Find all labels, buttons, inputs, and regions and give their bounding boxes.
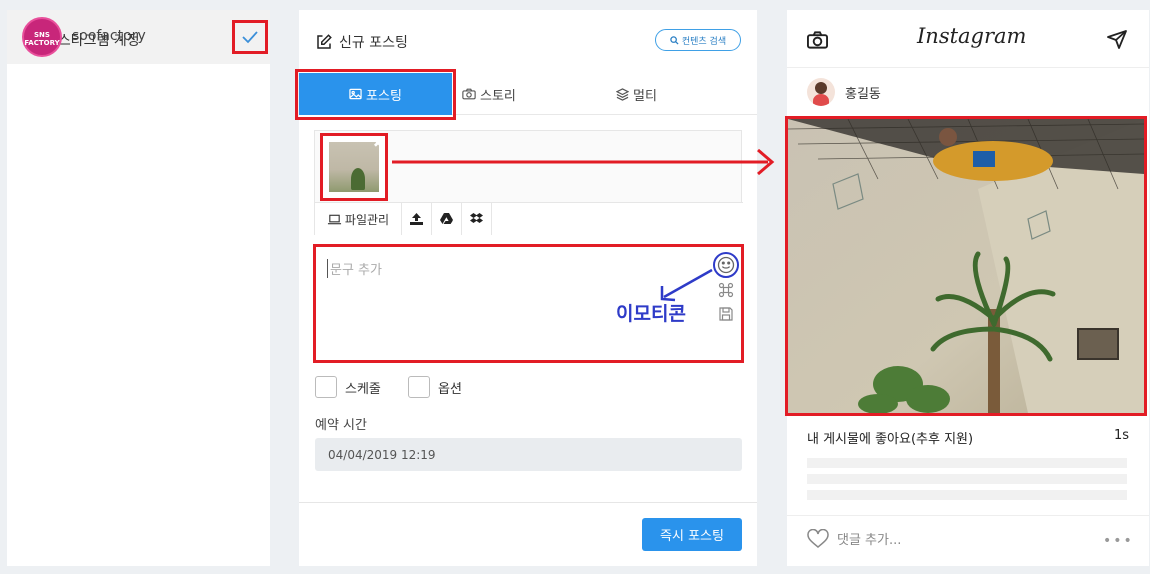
post-time: 1s [1113, 428, 1129, 443]
options-checkbox[interactable]: 옵션 [408, 376, 462, 398]
schedule-checkbox-box[interactable] [315, 376, 337, 398]
new-post-panel: 신규 포스팅 컨텐츠 검색 포스팅 스토리 멀티 ✖ 파일관리 문구 추가 이모… [295, 10, 757, 566]
likes-row: 내 게시물에 좋아요(추후 지원) 1s [807, 428, 1129, 447]
post-now-label: 즉시 포스팅 [660, 529, 724, 544]
google-drive-icon [440, 213, 453, 225]
avatar-logo-text-bottom: FACTORY [24, 39, 60, 47]
file-manager-label: 파일관리 [344, 212, 390, 227]
emoticon-annotation-label: 이모티콘 [616, 303, 686, 325]
dropbox-icon [470, 213, 483, 225]
posting-tab-highlight [295, 69, 456, 120]
content-search-label: 컨텐츠 검색 [681, 36, 727, 47]
comment-input[interactable]: 댓글 추가... [807, 529, 901, 548]
file-manager-button[interactable]: 파일관리 [315, 203, 402, 235]
google-drive-button[interactable] [432, 203, 462, 235]
tab-story[interactable]: 스토리 [452, 73, 604, 115]
emoji-button[interactable] [713, 252, 739, 278]
camera-icon [462, 88, 476, 100]
account-name: soofactory [72, 28, 146, 44]
tab-multi-label: 멀티 [633, 88, 657, 104]
skeleton-line [807, 474, 1127, 484]
selected-media-thumbnail[interactable]: ✖ [320, 133, 388, 201]
post-photo [788, 119, 1144, 413]
instagram-logo: Instagram [917, 24, 1027, 48]
search-icon [670, 35, 679, 45]
comment-divider [787, 515, 1149, 516]
caption-input-area[interactable]: 문구 추가 이모티콘 [313, 244, 744, 363]
schedule-time-input[interactable]: 04/04/2019 12:19 [315, 438, 742, 471]
command-icon[interactable] [718, 282, 734, 298]
save-icon[interactable] [718, 306, 734, 322]
instagram-accounts-panel: 인스타그램 계정 SNS FACTORY soofactory [7, 10, 270, 566]
tab-multi[interactable]: 멀티 [604, 73, 757, 115]
smile-icon [717, 256, 735, 274]
instagram-header: Instagram [787, 10, 1149, 68]
schedule-time-label: 예약 시간 [315, 418, 367, 433]
red-arrow-head [757, 148, 775, 176]
account-select-checkbox[interactable] [232, 20, 268, 54]
post-type-tabs: 포스팅 스토리 멀티 [295, 69, 757, 120]
post-author: 홍길동 [807, 78, 881, 106]
skeleton-line [807, 490, 1127, 500]
account-avatar: SNS FACTORY [22, 17, 62, 57]
edit-icon [315, 33, 333, 51]
schedule-checkbox-label: 스케줄 [345, 381, 381, 397]
footer-divider [299, 502, 757, 503]
tab-story-label: 스토리 [480, 88, 516, 104]
media-upload-area[interactable]: ✖ 파일관리 [314, 130, 743, 235]
author-username: 홍길동 [845, 86, 881, 102]
likes-text: 내 게시물에 좋아요(추후 지원) [807, 432, 974, 447]
checkmark-icon [241, 30, 259, 44]
schedule-time-value: 04/04/2019 12:19 [328, 447, 436, 462]
caption-placeholder: 문구 추가 [327, 259, 382, 278]
post-now-button[interactable]: 즉시 포스팅 [642, 518, 742, 551]
author-avatar [807, 78, 835, 106]
upload-button[interactable] [402, 203, 432, 235]
options-checkbox-box[interactable] [408, 376, 430, 398]
content-search-button[interactable]: 컨텐츠 검색 [655, 29, 741, 51]
skeleton-line [807, 458, 1127, 468]
post-image-preview [785, 116, 1147, 416]
options-checkbox-label: 옵션 [438, 381, 462, 397]
camera-icon[interactable] [807, 31, 828, 49]
schedule-checkbox[interactable]: 스케줄 [315, 376, 381, 398]
thumbnail-plant-shape [351, 168, 365, 190]
account-item[interactable]: SNS FACTORY soofactory [7, 10, 270, 64]
more-options-icon[interactable]: ••• [1103, 533, 1134, 549]
instagram-preview-panel: Instagram 홍길동 내 게시물에 좋아요(추후 지원) 1s 댓글 추가… [785, 10, 1149, 566]
avatar-logo-text-top: SNS [34, 31, 50, 39]
new-post-title: 신규 포스팅 [339, 35, 408, 51]
new-post-header: 신규 포스팅 [315, 32, 408, 52]
layers-icon [616, 87, 629, 101]
upload-icon [410, 213, 423, 225]
comment-placeholder: 댓글 추가... [837, 533, 902, 548]
heart-icon[interactable] [807, 529, 829, 548]
remove-media-icon[interactable]: ✖ [371, 136, 385, 150]
media-toolbar: 파일관리 [315, 202, 743, 235]
laptop-icon [327, 214, 342, 225]
send-icon[interactable] [1107, 30, 1127, 49]
dropbox-button[interactable] [462, 203, 492, 235]
